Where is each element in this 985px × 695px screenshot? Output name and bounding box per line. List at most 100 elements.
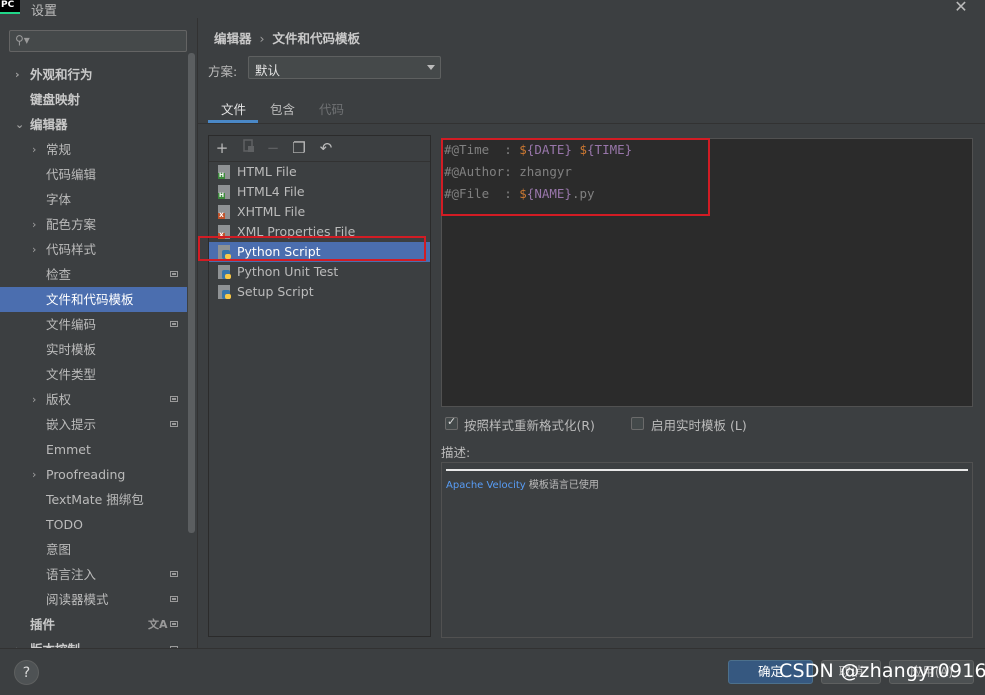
- sidebar-item[interactable]: 实时模板: [0, 337, 187, 362]
- sidebar-item-label: 代码样式: [46, 242, 97, 257]
- template-name: HTML File: [237, 164, 297, 179]
- chevron-right-icon[interactable]: ›: [15, 637, 20, 648]
- file-type-tag: H: [218, 172, 225, 179]
- tab-includes[interactable]: 包含: [270, 99, 295, 121]
- sidebar-item-label: 配色方案: [46, 217, 97, 232]
- help-button[interactable]: ?: [14, 660, 39, 685]
- template-list-panel: + − ❐ ↶ H HTML File H HTML4 File X XHTML File…: [208, 135, 431, 637]
- sidebar-item[interactable]: 检查: [0, 262, 187, 287]
- template-name: Python Unit Test: [237, 264, 339, 279]
- template-list-item[interactable]: X XHTML File: [209, 202, 430, 222]
- sidebar-item[interactable]: Emmet: [0, 437, 187, 462]
- scheme-selected-value: 默认: [255, 63, 281, 78]
- add-icon[interactable]: +: [213, 139, 231, 157]
- sidebar-item[interactable]: 意图: [0, 537, 187, 562]
- file-type-tag: H: [218, 192, 225, 199]
- sidebar-item[interactable]: 文件和代码模板: [0, 287, 187, 312]
- bottom-divider: [0, 648, 985, 649]
- sidebar-item-label: 外观和行为: [30, 67, 93, 82]
- sidebar-item[interactable]: 语言注入: [0, 562, 187, 587]
- sidebar-item[interactable]: 代码编辑: [0, 162, 187, 187]
- sidebar-item[interactable]: 嵌入提示: [0, 412, 187, 437]
- template-list-item[interactable]: Python Unit Test: [209, 262, 430, 282]
- pycharm-app-icon: PC: [0, 0, 20, 14]
- sidebar-item-label: 意图: [46, 542, 72, 557]
- sidebar-scrollbar[interactable]: [188, 53, 195, 533]
- live-templates-checkbox[interactable]: [631, 417, 644, 430]
- chevron-right-icon[interactable]: ›: [32, 462, 36, 487]
- xhtml-file-icon: X: [218, 205, 230, 219]
- sidebar-item[interactable]: 字体: [0, 187, 187, 212]
- chevron-right-icon[interactable]: ›: [15, 62, 20, 87]
- settings-search-input[interactable]: ⚲▾: [9, 30, 187, 52]
- sidebar-item-label: 键盘映射: [30, 92, 81, 107]
- project-scope-icon: [170, 396, 178, 402]
- chevron-down-icon[interactable]: ⌄: [15, 112, 24, 137]
- html-file-icon: H: [218, 165, 230, 179]
- sidebar-item[interactable]: › 代码样式: [0, 237, 187, 262]
- chevron-right-icon[interactable]: ›: [32, 387, 36, 412]
- sidebar-item[interactable]: › 外观和行为: [0, 62, 187, 87]
- window-title: 设置: [31, 4, 58, 19]
- sidebar-item[interactable]: 文件编码: [0, 312, 187, 337]
- annotation-python-script-highlight: [198, 236, 426, 261]
- sidebar-item-label: 阅读器模式: [46, 592, 109, 607]
- sidebar-item[interactable]: 键盘映射: [0, 87, 187, 112]
- sidebar-item-label: 实时模板: [46, 342, 97, 357]
- sidebar-item[interactable]: › 配色方案: [0, 212, 187, 237]
- chevron-right-icon[interactable]: ›: [32, 237, 36, 262]
- sidebar-item[interactable]: ⌄ 编辑器: [0, 112, 187, 137]
- tab-code[interactable]: 代码: [319, 99, 344, 121]
- python-file-icon: [218, 285, 231, 299]
- sidebar-item-label: TextMate 捆绑包: [46, 492, 144, 507]
- scheme-label: 方案:: [208, 64, 238, 79]
- sidebar-item[interactable]: › 版权: [0, 387, 187, 412]
- project-scope-icon: [170, 596, 178, 602]
- sidebar-item[interactable]: 文件类型: [0, 362, 187, 387]
- template-list-item[interactable]: H HTML4 File: [209, 182, 430, 202]
- close-icon[interactable]: ✕: [950, 0, 972, 17]
- tab-files[interactable]: 文件: [221, 99, 246, 121]
- sidebar-item[interactable]: 阅读器模式: [0, 587, 187, 612]
- reset-icon[interactable]: ↶: [317, 139, 335, 157]
- reformat-checkbox[interactable]: [445, 415, 458, 430]
- template-name: HTML4 File: [237, 184, 305, 199]
- sidebar-item-label: 编辑器: [30, 117, 68, 132]
- scheme-dropdown[interactable]: 默认: [248, 56, 441, 79]
- sidebar-item-label: 版权: [46, 392, 72, 407]
- tabs-divider: [198, 123, 985, 124]
- language-icon: 文A: [148, 618, 168, 631]
- sidebar-item[interactable]: 插件 文A: [0, 612, 187, 637]
- csdn-watermark: CSDN @zhangyr0916: [779, 660, 985, 682]
- sidebar-item-label: 代码编辑: [46, 167, 97, 182]
- template-name: Setup Script: [237, 284, 314, 299]
- description-text: Apache Velocity 模板语言已使用: [446, 476, 599, 491]
- template-list-item[interactable]: Setup Script: [209, 282, 430, 302]
- apache-velocity-link[interactable]: Apache Velocity: [446, 480, 526, 491]
- sidebar-item[interactable]: TODO: [0, 512, 187, 537]
- search-icon: ⚲▾: [15, 33, 30, 47]
- live-templates-label[interactable]: 启用实时模板 (L): [651, 415, 747, 434]
- copy-icon[interactable]: ❐: [290, 139, 308, 157]
- sidebar-item-label: 文件编码: [46, 317, 97, 332]
- template-name: XHTML File: [237, 204, 306, 219]
- create-child-template-icon[interactable]: [240, 139, 258, 157]
- sidebar-item[interactable]: TextMate 捆绑包: [0, 487, 187, 512]
- sidebar-item-label: 文件类型: [46, 367, 97, 382]
- settings-sidebar: ⚲▾ › 外观和行为键盘映射 ⌄ 编辑器 › 常规代码编辑字体 › 配色方案 › 代码样式检查文件…: [0, 18, 198, 648]
- sidebar-item-label: 字体: [46, 192, 72, 207]
- chevron-right-icon[interactable]: ›: [32, 137, 36, 162]
- sidebar-item[interactable]: › Proofreading: [0, 462, 187, 487]
- chevron-right-icon[interactable]: ›: [32, 212, 36, 237]
- sidebar-item-label: 常规: [46, 142, 72, 157]
- sidebar-item[interactable]: › 版本控制: [0, 637, 187, 648]
- sidebar-item-label: 文件和代码模板: [46, 292, 134, 307]
- template-list-item[interactable]: H HTML File: [209, 162, 430, 182]
- sidebar-item[interactable]: › 常规: [0, 137, 187, 162]
- breadcrumb-parent[interactable]: 编辑器: [214, 31, 252, 46]
- reformat-label[interactable]: 按照样式重新格式化(R): [464, 415, 595, 434]
- remove-icon[interactable]: −: [264, 139, 282, 157]
- sidebar-item-label: 检查: [46, 267, 72, 282]
- file-type-tag: X: [218, 212, 225, 219]
- title-bar: PC 设置 ✕: [0, 0, 985, 19]
